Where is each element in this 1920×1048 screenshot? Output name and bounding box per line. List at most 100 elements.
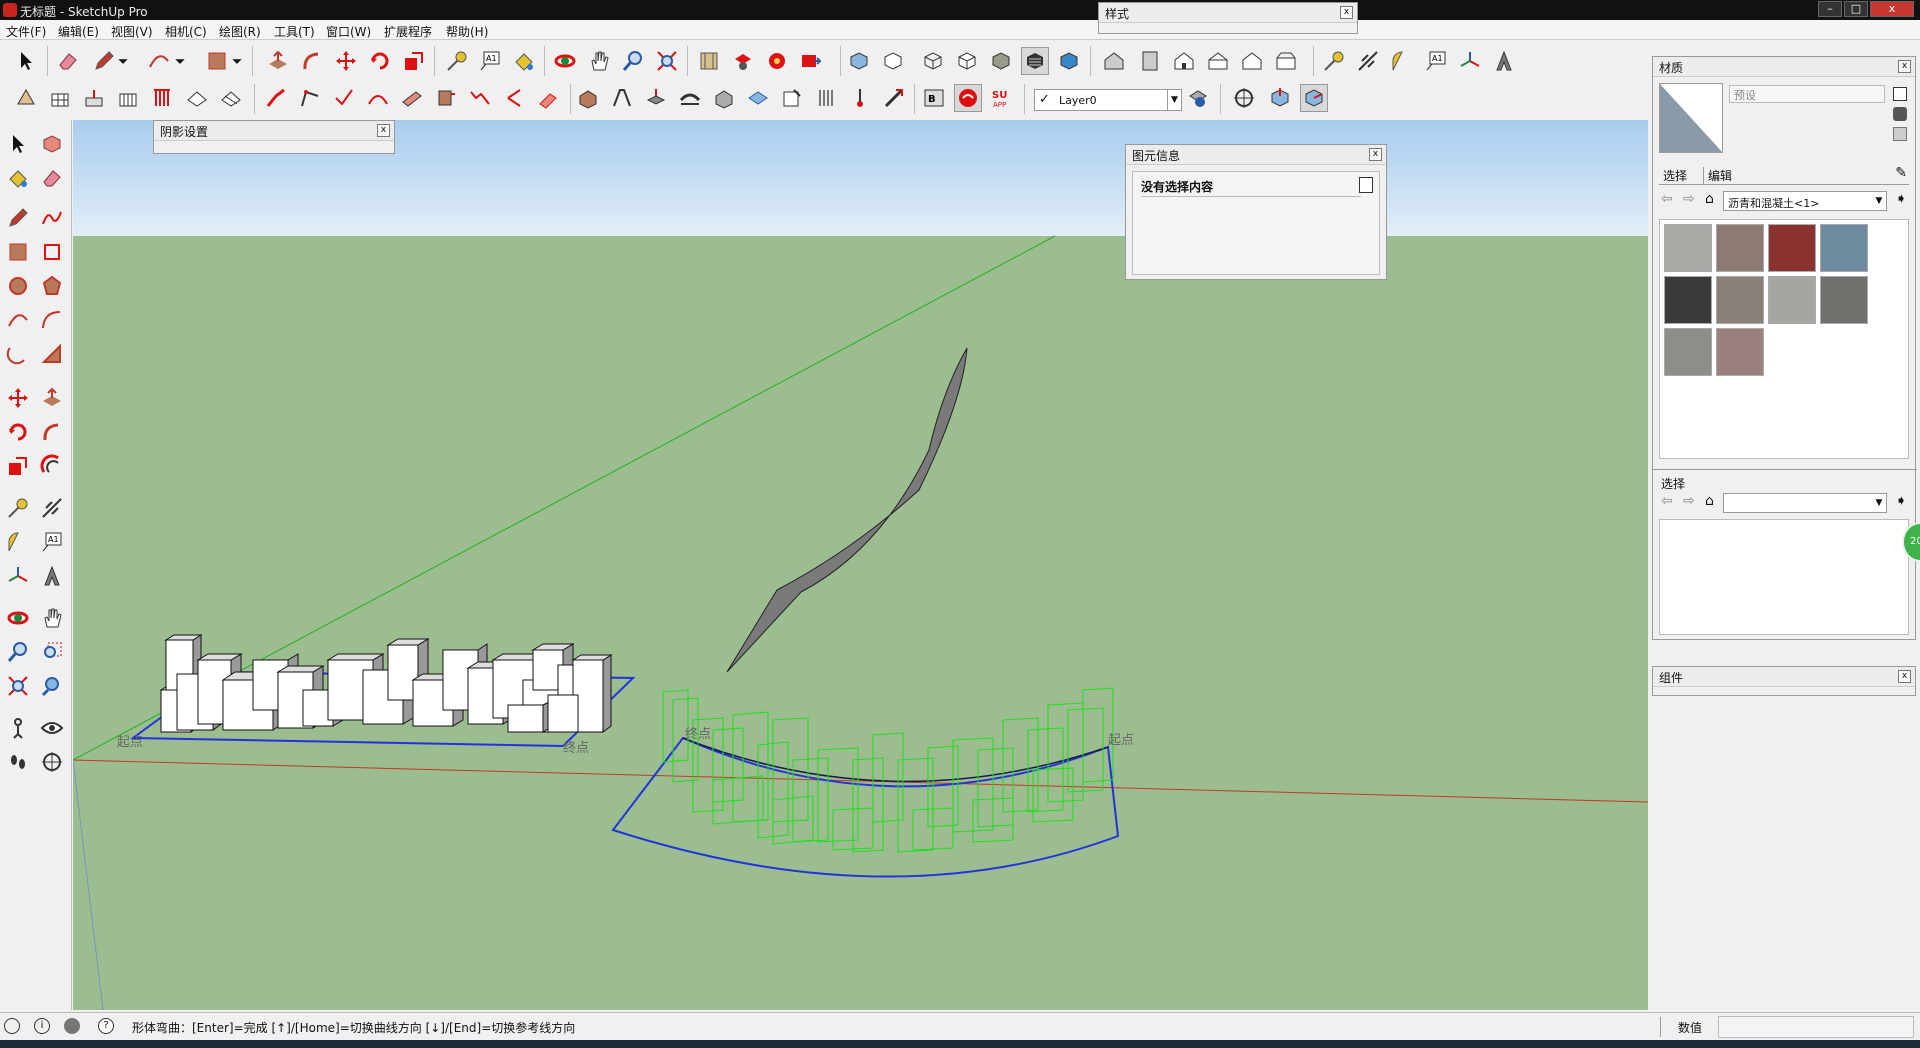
3d-text-tool-button[interactable]: [1490, 47, 1518, 75]
details-toggle-icon[interactable]: [1359, 177, 1373, 193]
left-freehand-button[interactable]: [38, 204, 66, 232]
left-arc-button[interactable]: [4, 306, 32, 334]
follow-me-tool-button[interactable]: [298, 47, 326, 75]
arc-tool-dropdown[interactable]: [173, 47, 187, 75]
left-rectangle-button[interactable]: [4, 238, 32, 266]
front-view-button[interactable]: [1170, 47, 1198, 75]
left-text-button[interactable]: A1: [38, 528, 66, 556]
left-line-button[interactable]: [4, 204, 32, 232]
shaded-textures-style-button[interactable]: [1021, 47, 1049, 75]
stamp-button[interactable]: [114, 84, 142, 112]
material-preview[interactable]: [1659, 83, 1723, 153]
paint-bucket-tool-button[interactable]: [510, 47, 538, 75]
geolocation-icon[interactable]: [4, 1018, 20, 1034]
line-tool-dropdown[interactable]: [116, 47, 130, 75]
push-pull-tool-button[interactable]: [264, 47, 292, 75]
share-component-button[interactable]: [763, 47, 791, 75]
details-arrow-icon[interactable]: ➧: [1895, 493, 1907, 509]
protractor-tool-button[interactable]: [1388, 47, 1416, 75]
tab-select[interactable]: 选择: [1663, 167, 1687, 184]
left-polygon-button[interactable]: [38, 272, 66, 300]
material-swatch[interactable]: [1768, 224, 1816, 272]
home-icon[interactable]: ⌂: [1705, 191, 1714, 207]
left-zoom-window-button[interactable]: [38, 638, 66, 666]
left-section-plane-button[interactable]: [38, 748, 66, 776]
material-swatch[interactable]: [1664, 224, 1712, 272]
plugin-tool-2-button[interactable]: [608, 84, 636, 112]
hidden-line-style-button[interactable]: [953, 47, 981, 75]
menu-tools[interactable]: 工具(T): [274, 23, 315, 40]
fredo-tool-3-button[interactable]: [330, 84, 358, 112]
line-tool-button[interactable]: [90, 47, 118, 75]
scale-tool-button[interactable]: [400, 47, 428, 75]
user-account-icon[interactable]: [64, 1018, 80, 1034]
left-zoom-extents-button[interactable]: [4, 672, 32, 700]
text-tool-button[interactable]: A1: [476, 47, 504, 75]
left-3d-text-button[interactable]: [38, 562, 66, 590]
3d-warehouse-button[interactable]: [695, 47, 723, 75]
rectangle-tool-dropdown[interactable]: [230, 47, 244, 75]
measurements-input[interactable]: [1718, 1016, 1914, 1038]
arc-tool-button[interactable]: [145, 47, 173, 75]
materials-close-button[interactable]: x: [1898, 60, 1911, 73]
minimize-button[interactable]: –: [1818, 1, 1842, 17]
xray-style-button[interactable]: [845, 47, 873, 75]
extension-warehouse-button[interactable]: [797, 47, 825, 75]
rectangle-tool-button[interactable]: [203, 47, 231, 75]
close-button[interactable]: x: [1870, 1, 1914, 17]
back-edges-style-button[interactable]: [879, 47, 907, 75]
material-swatch[interactable]: [1664, 328, 1712, 376]
left-paint-bucket-button[interactable]: [4, 164, 32, 192]
material-swatch[interactable]: [1820, 276, 1868, 324]
smoove-button[interactable]: [80, 84, 108, 112]
plugin-tool-10-button[interactable]: [880, 84, 908, 112]
plugin-tool-5-button[interactable]: [710, 84, 738, 112]
select-tool-button[interactable]: [12, 47, 40, 75]
forward-arrow-icon[interactable]: ⇨: [1683, 493, 1695, 509]
material-swatch[interactable]: [1664, 276, 1712, 324]
left-follow-me-button[interactable]: [38, 418, 66, 446]
fredo-tool-4-button[interactable]: [364, 84, 392, 112]
left-offset-button[interactable]: [38, 452, 66, 480]
sandbox-from-scratch-button[interactable]: [46, 84, 74, 112]
fredo-tool-8-button[interactable]: [500, 84, 528, 112]
left-orbit-button[interactable]: [4, 604, 32, 632]
sandbox-from-contours-button[interactable]: [12, 84, 40, 112]
plugin-tool-12-button[interactable]: [954, 84, 982, 112]
menu-edit[interactable]: 编辑(E): [58, 23, 99, 40]
position-camera-button[interactable]: [1230, 84, 1258, 112]
back-arrow-icon[interactable]: ⇦: [1661, 191, 1673, 207]
top-view-button[interactable]: [1136, 47, 1164, 75]
left-walk-button[interactable]: [4, 748, 32, 776]
details-arrow-icon[interactable]: ➧: [1895, 191, 1907, 207]
left-make-component-button[interactable]: [38, 130, 66, 158]
zoom-tool-button[interactable]: [619, 47, 647, 75]
sample-paint-icon[interactable]: ✎: [1895, 165, 1907, 181]
orbit-tool-button[interactable]: [551, 47, 579, 75]
rotate-tool-button[interactable]: [366, 47, 394, 75]
create-material-icon[interactable]: [1893, 107, 1907, 121]
menu-window[interactable]: 窗口(W): [326, 23, 371, 40]
plugin-tool-1-button[interactable]: [574, 84, 602, 112]
axes-tool-button[interactable]: [1456, 47, 1484, 75]
left-previous-view-button[interactable]: [38, 672, 66, 700]
fredo-tool-7-button[interactable]: [466, 84, 494, 112]
plugin-tool-7-button[interactable]: [778, 84, 806, 112]
help-icon[interactable]: ?: [98, 1018, 114, 1034]
styles-panel-close-button[interactable]: x: [1340, 6, 1353, 19]
left-axes-button[interactable]: [4, 562, 32, 590]
pan-tool-button[interactable]: [585, 47, 613, 75]
plugin-tool-6-button[interactable]: [744, 84, 772, 112]
plugin-tool-11-button[interactable]: B: [920, 84, 948, 112]
share-model-button[interactable]: [729, 47, 757, 75]
left-move-button[interactable]: [4, 384, 32, 412]
left-rotated-rectangle-button[interactable]: [38, 238, 66, 266]
fredo-tool-6-button[interactable]: [432, 84, 460, 112]
drape-button[interactable]: [148, 84, 176, 112]
section-display-button[interactable]: [1300, 84, 1328, 112]
menu-draw[interactable]: 绘图(R): [219, 23, 261, 40]
monochrome-style-button[interactable]: [1055, 47, 1083, 75]
wireframe-style-button[interactable]: [919, 47, 947, 75]
add-detail-button[interactable]: [183, 84, 211, 112]
flip-edge-button[interactable]: [217, 84, 245, 112]
